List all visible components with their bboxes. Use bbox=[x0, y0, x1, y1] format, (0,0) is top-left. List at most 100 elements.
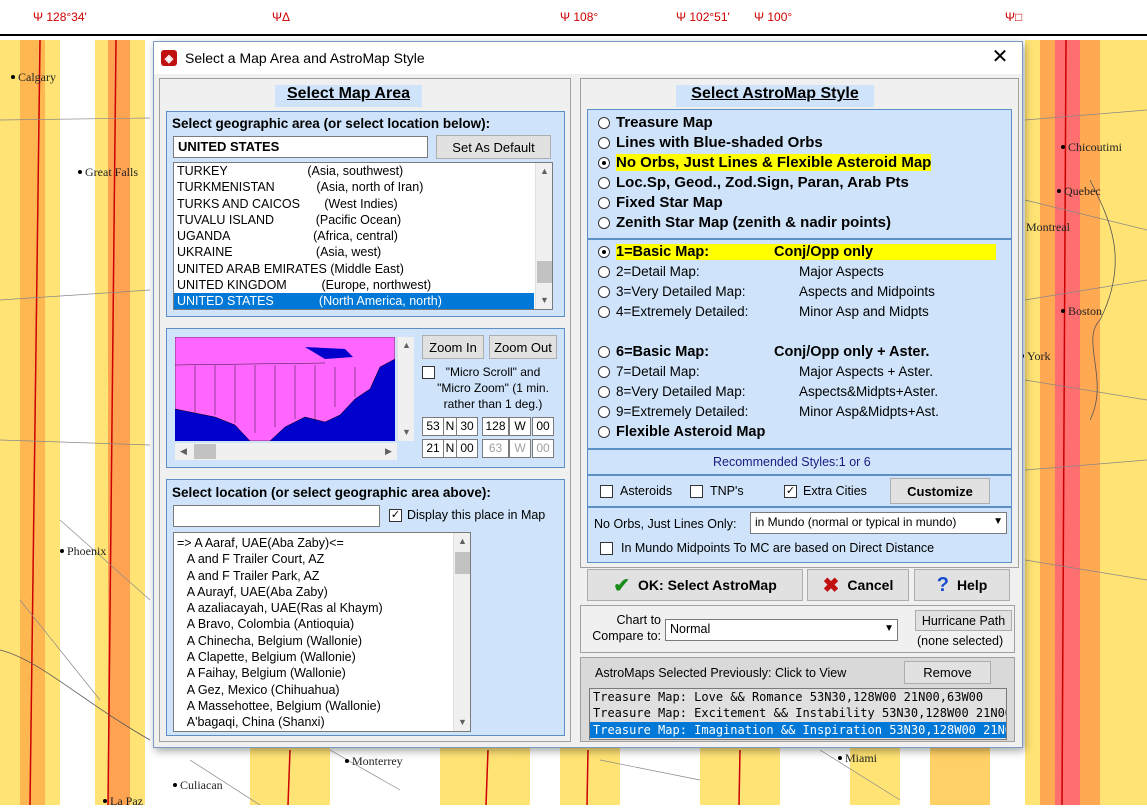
radio-button[interactable] bbox=[598, 405, 610, 418]
location-list-scrollbar[interactable]: ▲ ▼ bbox=[453, 533, 470, 731]
scroll-down-icon[interactable]: ▼ bbox=[454, 714, 470, 731]
dropdown-arrow-icon[interactable]: ▼ bbox=[884, 623, 894, 634]
location-search-input[interactable] bbox=[173, 505, 380, 527]
radio-button[interactable] bbox=[598, 116, 610, 129]
geo-area-item[interactable]: UNITED KINGDOM (Europe, northwest) bbox=[174, 277, 534, 293]
location-item[interactable]: A Chinecha, Belgium (Wallonie) bbox=[174, 633, 452, 649]
radio-button[interactable] bbox=[598, 246, 610, 258]
radio-button[interactable] bbox=[598, 265, 610, 278]
radio-button[interactable] bbox=[598, 365, 610, 378]
hurricane-path-button[interactable]: Hurricane Path bbox=[915, 610, 1012, 631]
coord-field[interactable]: 00 bbox=[456, 439, 478, 458]
scroll-right-icon[interactable]: ▶ bbox=[380, 443, 397, 460]
radio-button[interactable] bbox=[598, 346, 610, 358]
display-place-checkbox[interactable]: ✓ bbox=[389, 509, 402, 522]
location-item[interactable]: A'bagaqi, China (Shanxi) bbox=[174, 714, 452, 730]
no-orbs-select[interactable]: in Mundo (normal or typical in mundo) ▼ bbox=[750, 512, 1007, 534]
location-item[interactable]: A and F Trailer Park, AZ bbox=[174, 568, 452, 584]
geo-area-input[interactable]: UNITED STATES bbox=[173, 136, 428, 158]
coord-field[interactable]: W bbox=[509, 439, 531, 458]
detail-option[interactable]: 7=Detail Map: Major Aspects + Aster. bbox=[598, 364, 933, 379]
scroll-up-icon[interactable]: ▲ bbox=[454, 533, 470, 550]
geo-area-item[interactable]: TURKEY (Asia, southwest) bbox=[174, 163, 534, 179]
detail-option[interactable]: 6=Basic Map: Conj/Opp only + Aster. bbox=[598, 344, 929, 360]
geo-list-scrollbar[interactable]: ▲ ▼ bbox=[535, 163, 552, 309]
dropdown-arrow-icon[interactable]: ▼ bbox=[993, 516, 1003, 527]
coord-field[interactable]: N bbox=[443, 417, 457, 436]
scroll-down-icon[interactable]: ▼ bbox=[398, 424, 415, 441]
geo-area-item[interactable]: TUVALU ISLAND (Pacific Ocean) bbox=[174, 212, 534, 228]
radio-button[interactable] bbox=[598, 196, 610, 209]
coord-field[interactable]: 21 bbox=[422, 439, 444, 458]
geo-area-item[interactable]: UNITED STATES (North America, north) bbox=[174, 293, 534, 309]
coord-field[interactable]: 63 bbox=[482, 439, 509, 458]
style-option[interactable]: Treasure Map bbox=[598, 114, 713, 131]
remove-button[interactable]: Remove bbox=[904, 661, 991, 684]
coord-field[interactable]: 30 bbox=[456, 417, 478, 436]
coord-field[interactable]: 53 bbox=[422, 417, 444, 436]
tnps-checkbox[interactable] bbox=[690, 485, 703, 498]
scroll-up-icon[interactable]: ▲ bbox=[398, 337, 415, 354]
cancel-button[interactable]: ✖ Cancel bbox=[807, 569, 909, 601]
chart-compare-select[interactable]: Normal ▼ bbox=[665, 619, 898, 641]
detail-option[interactable]: 8=Very Detailed Map: Aspects&Midpts+Aster… bbox=[598, 384, 938, 399]
radio-button[interactable] bbox=[598, 385, 610, 398]
us-map-preview[interactable] bbox=[175, 337, 395, 441]
radio-button[interactable] bbox=[598, 136, 610, 149]
customize-button[interactable]: Customize bbox=[890, 478, 990, 504]
detail-option[interactable]: 1=Basic Map: Conj/Opp only bbox=[598, 244, 996, 260]
geo-area-item[interactable]: UGANDA (Africa, central) bbox=[174, 228, 534, 244]
radio-button[interactable] bbox=[598, 305, 610, 318]
geo-area-item[interactable]: TURKS AND CAICOS (West Indies) bbox=[174, 196, 534, 212]
scroll-down-icon[interactable]: ▼ bbox=[536, 292, 552, 309]
geo-area-item[interactable]: UKRAINE (Asia, west) bbox=[174, 244, 534, 260]
detail-option[interactable]: 4=Extremely Detailed: Minor Asp and Midpt… bbox=[598, 304, 929, 319]
style-option[interactable]: Fixed Star Map bbox=[598, 194, 723, 211]
coord-field[interactable]: 00 bbox=[532, 417, 554, 436]
location-item[interactable]: A Massehottee, Belgium (Wallonie) bbox=[174, 698, 452, 714]
scroll-thumb[interactable] bbox=[455, 552, 470, 574]
zoom-in-button[interactable]: Zoom In bbox=[422, 335, 484, 359]
scroll-thumb[interactable] bbox=[537, 261, 552, 283]
location-item[interactable]: A Bravo, Colombia (Antioquia) bbox=[174, 616, 452, 632]
detail-option[interactable]: Flexible Asteroid Map bbox=[598, 424, 765, 440]
close-icon[interactable]: ✕ bbox=[988, 46, 1012, 70]
help-button[interactable]: ? Help bbox=[914, 569, 1010, 601]
radio-button[interactable] bbox=[598, 156, 610, 169]
coord-field[interactable]: 128 bbox=[482, 417, 509, 436]
coord-field[interactable]: N bbox=[443, 439, 457, 458]
scroll-left-icon[interactable]: ◀ bbox=[175, 443, 192, 460]
map-hscroll[interactable]: ◀ ▶ bbox=[175, 443, 397, 460]
geo-area-item[interactable]: UNITED ARAB EMIRATES (Middle East) bbox=[174, 261, 534, 277]
zoom-out-button[interactable]: Zoom Out bbox=[489, 335, 557, 359]
geo-area-item[interactable]: TURKMENISTAN (Asia, north of Iran) bbox=[174, 179, 534, 195]
location-item[interactable]: A Aurayf, UAE(Aba Zaby) bbox=[174, 584, 452, 600]
location-item[interactable]: A Faihay, Belgium (Wallonie) bbox=[174, 665, 452, 681]
set-default-button[interactable]: Set As Default bbox=[436, 135, 551, 159]
asteroids-checkbox[interactable] bbox=[600, 485, 613, 498]
style-option[interactable]: Lines with Blue-shaded Orbs bbox=[598, 134, 823, 151]
previous-map-item[interactable]: Treasure Map: Love && Romance 53N30,128W… bbox=[590, 689, 1006, 705]
hscroll-thumb[interactable] bbox=[194, 444, 216, 459]
style-option[interactable]: No Orbs, Just Lines & Flexible Asteroid … bbox=[598, 154, 932, 171]
detail-option[interactable]: 9=Extremely Detailed: Minor Asp&Midpts+As… bbox=[598, 404, 939, 419]
radio-button[interactable] bbox=[598, 285, 610, 298]
location-item[interactable]: A azaliacayah, UAE(Ras al Khaym) bbox=[174, 600, 452, 616]
radio-button[interactable] bbox=[598, 176, 610, 189]
previous-map-item[interactable]: Treasure Map: Excitement && Instability … bbox=[590, 705, 1006, 721]
location-item[interactable]: A and F Trailer Court, AZ bbox=[174, 551, 452, 567]
midpoints-checkbox[interactable] bbox=[600, 542, 613, 555]
location-item[interactable]: A Gez, Mexico (Chihuahua) bbox=[174, 682, 452, 698]
detail-option[interactable]: 2=Detail Map: Major Aspects bbox=[598, 264, 884, 279]
style-option[interactable]: Zenith Star Map (zenith & nadir points) bbox=[598, 214, 891, 231]
previous-map-item[interactable]: Treasure Map: Imagination && Inspiration… bbox=[590, 721, 1006, 738]
location-item[interactable]: => A Aaraf, UAE(Aba Zaby)<= bbox=[174, 535, 452, 551]
coord-field[interactable]: 00 bbox=[532, 439, 554, 458]
location-item[interactable]: A Clapette, Belgium (Wallonie) bbox=[174, 649, 452, 665]
detail-option[interactable]: 3=Very Detailed Map: Aspects and Midpoint… bbox=[598, 284, 935, 299]
radio-button[interactable] bbox=[598, 426, 610, 438]
scroll-up-icon[interactable]: ▲ bbox=[536, 163, 552, 180]
map-vscroll[interactable]: ▲ ▼ bbox=[397, 337, 414, 441]
coord-field[interactable]: W bbox=[509, 417, 531, 436]
ok-select-button[interactable]: ✔ OK: Select AstroMap bbox=[587, 569, 803, 601]
